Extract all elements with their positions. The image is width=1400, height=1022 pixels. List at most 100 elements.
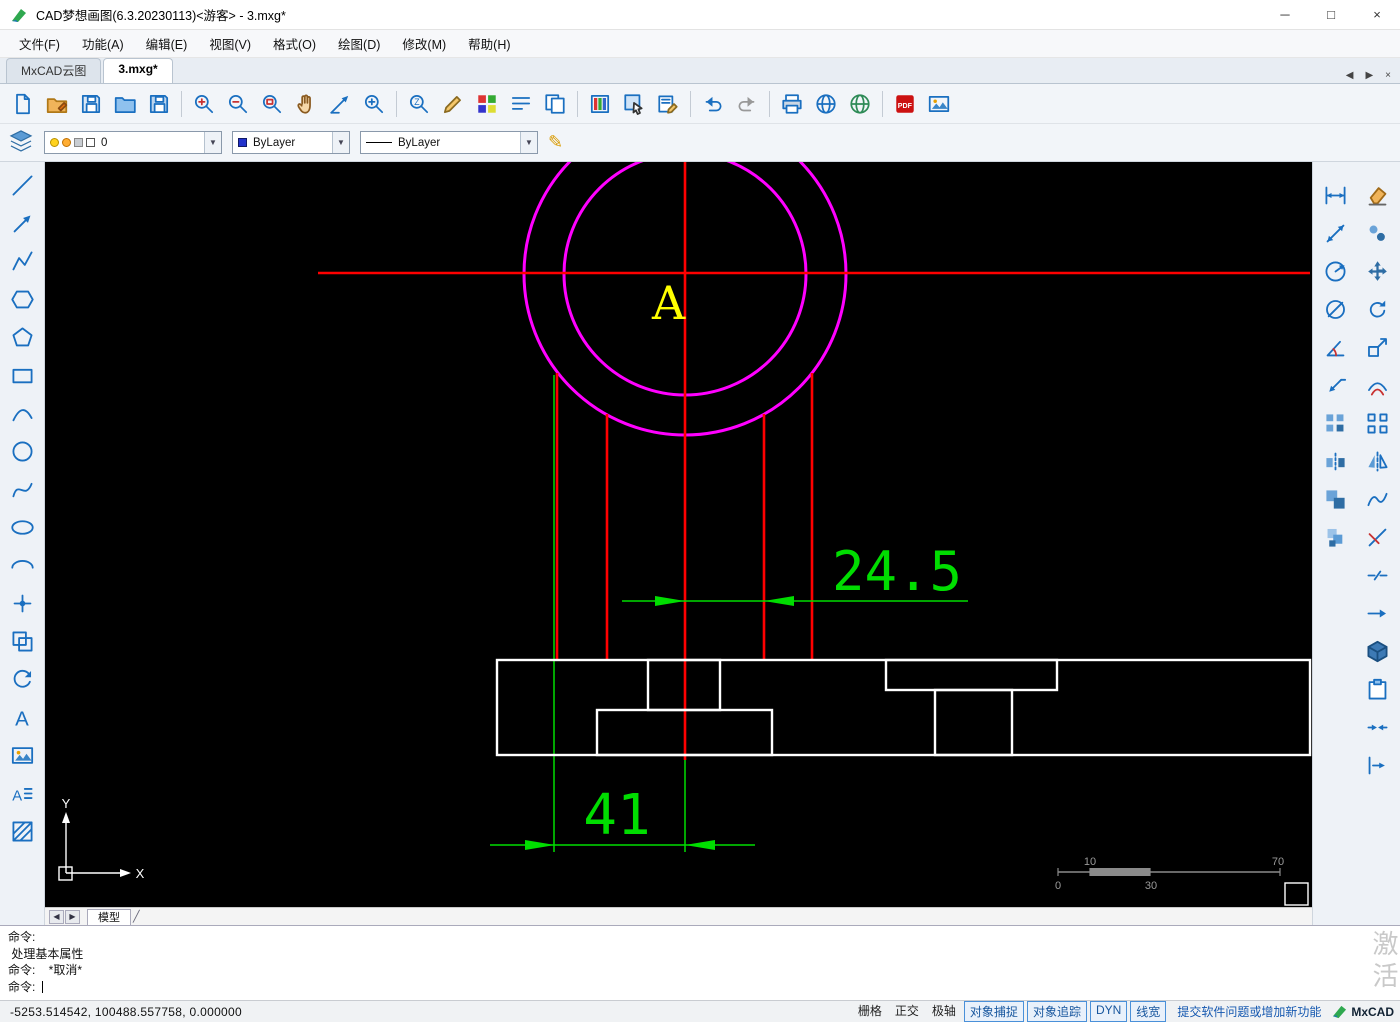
command-area[interactable]: 命令: 处理基本属性 命令: *取消* 命令: 激活 (0, 925, 1400, 1000)
dim-aligned-icon[interactable] (1316, 214, 1356, 252)
toggle-对象追踪[interactable]: 对象追踪 (1026, 1001, 1087, 1022)
model-prev-button[interactable]: ◀ (49, 909, 64, 924)
save-as-icon[interactable] (143, 88, 175, 120)
zoom-window-icon[interactable] (256, 88, 288, 120)
menu-item-6[interactable]: 绘图(D) (327, 30, 391, 57)
pedit-icon[interactable] (1358, 480, 1398, 518)
tab-scroll-left-button[interactable]: ◀ (1343, 68, 1357, 83)
copy-doc-icon[interactable] (539, 88, 571, 120)
zoom-realtime-icon[interactable] (358, 88, 390, 120)
open-folder-icon[interactable] (109, 88, 141, 120)
arc-tool-icon[interactable] (4, 394, 40, 432)
toggle-线宽[interactable]: 线宽 (1130, 1001, 1167, 1022)
print-icon[interactable] (776, 88, 808, 120)
text-align-tool-icon[interactable]: A (4, 774, 40, 812)
dim-radius-icon[interactable] (1316, 252, 1356, 290)
tab-3.mxg*[interactable]: 3.mxg* (103, 58, 173, 83)
draw-pencil-icon[interactable] (437, 88, 469, 120)
zoom-extents-icon[interactable] (188, 88, 220, 120)
copy-blue-icon[interactable] (1316, 480, 1356, 518)
image-export-icon[interactable] (923, 88, 955, 120)
array-blue-icon[interactable] (1316, 404, 1356, 442)
rotate-icon[interactable] (1358, 290, 1398, 328)
ray-tool-icon[interactable] (4, 204, 40, 242)
toggle-对象捕捉[interactable]: 对象捕捉 (963, 1001, 1024, 1022)
menu-item-3[interactable]: 编辑(E) (135, 30, 199, 57)
menu-item-7[interactable]: 修改(M) (391, 30, 457, 57)
menu-item-2[interactable]: 功能(A) (71, 30, 135, 57)
menu-item-8[interactable]: 帮助(H) (457, 30, 521, 57)
extend-icon[interactable] (1358, 746, 1398, 784)
palette-icon[interactable] (471, 88, 503, 120)
offset-icon[interactable] (1358, 366, 1398, 404)
pdf-export-icon[interactable]: PDF (889, 88, 921, 120)
zoom-prev-icon[interactable]: Z (403, 88, 435, 120)
color-select[interactable]: ByLayer ▼ (232, 131, 350, 154)
linetype-select[interactable]: ByLayer ▼ (360, 131, 538, 154)
model-next-button[interactable]: ▶ (65, 909, 80, 924)
dim-diameter-icon[interactable] (1316, 290, 1356, 328)
copy-stamp-tool-icon[interactable] (4, 622, 40, 660)
chevron-down-icon[interactable]: ▼ (332, 132, 349, 153)
toggle-栅格[interactable]: 栅格 (853, 1001, 887, 1022)
undo-icon[interactable] (697, 88, 729, 120)
tab-scroll-right-button[interactable]: ▶ (1362, 68, 1376, 83)
erase-icon[interactable] (1358, 176, 1398, 214)
web-open-icon[interactable] (844, 88, 876, 120)
measure-angle-icon[interactable] (324, 88, 356, 120)
pentagon-tool-icon[interactable] (4, 318, 40, 356)
lengthen-icon[interactable] (1358, 594, 1398, 632)
command-prompt[interactable]: 命令: (8, 979, 1400, 996)
toggle-极轴[interactable]: 极轴 (927, 1001, 961, 1022)
trim-icon[interactable] (1358, 518, 1398, 556)
tab-close-button[interactable]: × (1382, 68, 1394, 83)
dim-leader-icon[interactable] (1316, 366, 1356, 404)
layer-select[interactable]: 0 ▼ (44, 131, 222, 154)
tab-MxCAD云图[interactable]: MxCAD云图 (6, 58, 102, 83)
polyline-tool-icon[interactable] (4, 242, 40, 280)
ellipse-tool-icon[interactable] (4, 508, 40, 546)
feedback-link[interactable]: 提交软件问题或增加新功能 (1177, 1003, 1321, 1020)
scale-icon[interactable] (1358, 328, 1398, 366)
menu-item-5[interactable]: 格式(O) (262, 30, 327, 57)
maximize-button[interactable]: □ (1308, 0, 1354, 29)
redo-icon[interactable] (731, 88, 763, 120)
zoom-out-icon[interactable] (222, 88, 254, 120)
web-publish-icon[interactable] (810, 88, 842, 120)
polygon-tool-icon[interactable] (4, 280, 40, 318)
drawing-canvas[interactable]: A 24.5 41 Y X 10 70 0 30 (45, 162, 1312, 907)
break-icon[interactable] (1358, 556, 1398, 594)
text-tool-icon[interactable]: A (4, 698, 40, 736)
new-file-icon[interactable] (7, 88, 39, 120)
dim-linear-icon[interactable] (1316, 176, 1356, 214)
color-bars-icon[interactable] (584, 88, 616, 120)
close-button[interactable]: × (1354, 0, 1400, 29)
layers-icon[interactable] (8, 128, 34, 157)
mirror-blue-icon[interactable] (1316, 442, 1356, 480)
minimize-button[interactable]: ─ (1262, 0, 1308, 29)
array-icon[interactable] (1358, 404, 1398, 442)
copy-tool-icon[interactable] (1358, 214, 1398, 252)
line-tool-icon[interactable] (4, 166, 40, 204)
hatch-tool-icon[interactable] (4, 812, 40, 850)
move-icon[interactable] (1358, 252, 1398, 290)
mirror-icon[interactable] (1358, 442, 1398, 480)
pan-icon[interactable] (290, 88, 322, 120)
image-tool-icon[interactable] (4, 736, 40, 774)
explode-icon[interactable] (1358, 632, 1398, 670)
menu-item-4[interactable]: 视图(V) (198, 30, 262, 57)
stack-blue-icon[interactable] (1316, 518, 1356, 556)
linewidth-pencil-icon[interactable]: ✎ (548, 132, 563, 153)
toggle-正交[interactable]: 正交 (890, 1001, 924, 1022)
spline-tool-icon[interactable] (4, 470, 40, 508)
point-tool-icon[interactable] (4, 584, 40, 622)
tab-model[interactable]: 模型 (87, 908, 131, 925)
paste-icon[interactable] (1358, 670, 1398, 708)
circle-tool-icon[interactable] (4, 432, 40, 470)
text-style-icon[interactable] (505, 88, 537, 120)
chevron-down-icon[interactable]: ▼ (204, 132, 221, 153)
menu-item-1[interactable]: 文件(F) (8, 30, 71, 57)
toggle-DYN[interactable]: DYN (1089, 1001, 1128, 1022)
rectangle-tool-icon[interactable] (4, 356, 40, 394)
ellipse-arc-tool-icon[interactable] (4, 546, 40, 584)
